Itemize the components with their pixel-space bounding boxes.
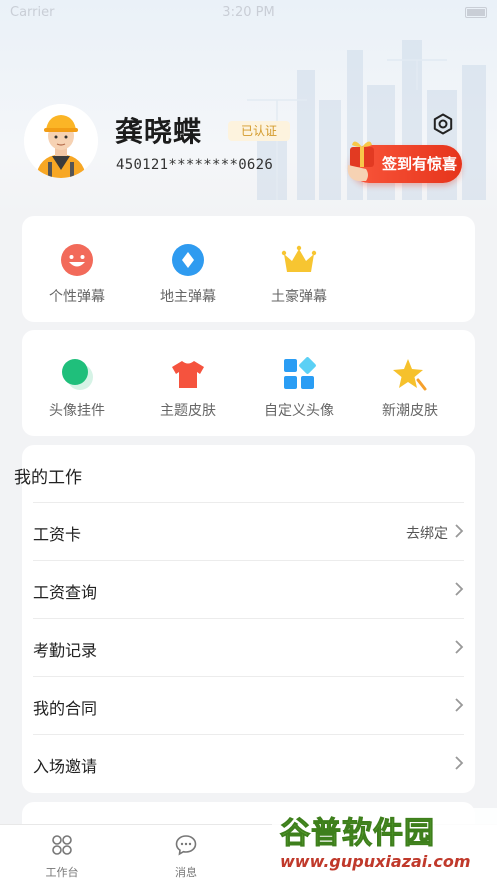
skin-item-theme[interactable]: 主题皮肤 <box>133 330 243 436</box>
grid-avatar-icon <box>284 357 316 389</box>
chevron-right-icon <box>455 524 464 538</box>
work-section-title: 我的工作 <box>14 468 82 488</box>
work-row-salary-query[interactable]: 工资查询 <box>33 560 464 618</box>
divider <box>33 618 464 619</box>
barrage-item-label: 土豪弹幕 <box>271 289 327 305</box>
skin-item-pendant[interactable]: 头像挂件 <box>22 330 132 436</box>
workbench-icon <box>52 835 72 855</box>
barrage-card: 个性弹幕 地主弹幕 土豪弹幕 <box>22 216 475 322</box>
divider <box>33 676 464 677</box>
tab-label: 消息 <box>175 866 197 879</box>
tab-message[interactable]: 消息 <box>126 825 246 883</box>
checkin-button[interactable]: 签到有惊喜 <box>347 141 462 183</box>
barrage-item-landlord[interactable]: 地主弹幕 <box>133 216 243 322</box>
star-icon <box>393 359 427 391</box>
barrage-item-tycoon[interactable]: 土豪弹幕 <box>244 216 354 322</box>
user-name: 龚晓蝶 <box>115 115 203 148</box>
verified-badge: 已认证 <box>228 121 290 141</box>
divider <box>33 502 464 503</box>
skin-item-label: 主题皮肤 <box>160 403 216 419</box>
skin-item-custom-avatar[interactable]: 自定义头像 <box>244 330 354 436</box>
crown-icon <box>281 245 317 272</box>
work-row-entry-invite[interactable]: 入场邀请 <box>33 734 464 792</box>
settings-gear-icon[interactable] <box>431 112 455 136</box>
battery-icon <box>465 7 487 18</box>
work-row-attendance[interactable]: 考勤记录 <box>33 618 464 676</box>
skins-card: 头像挂件 主题皮肤 自定义头像 新潮皮肤 <box>22 330 475 436</box>
skin-item-trendy[interactable]: 新潮皮肤 <box>355 330 465 436</box>
tshirt-icon <box>172 361 204 388</box>
skin-item-label: 自定义头像 <box>264 403 334 419</box>
barrage-item-label: 地主弹幕 <box>160 289 216 305</box>
work-row-value: 去绑定 <box>406 526 448 542</box>
message-icon <box>175 835 197 856</box>
work-row-label: 我的合同 <box>33 699 98 718</box>
work-row-contract[interactable]: 我的合同 <box>33 676 464 734</box>
divider <box>33 560 464 561</box>
tab-workbench[interactable]: 工作台 <box>2 825 122 883</box>
avatar[interactable] <box>24 104 98 178</box>
status-bar: Carrier 3:20 PM <box>0 0 497 26</box>
pendant-icon <box>62 359 93 390</box>
watermark-url: www.gupuxiazai.com <box>280 852 471 871</box>
work-row-label: 工资卡 <box>33 525 82 544</box>
status-time: 3:20 PM <box>222 5 275 20</box>
chevron-right-icon <box>455 582 464 596</box>
diamond-icon <box>172 244 204 276</box>
chevron-right-icon <box>455 698 464 712</box>
gift-hand-icon <box>347 141 374 181</box>
id-number: 450121********0626 <box>116 157 274 173</box>
work-row-salary-card[interactable]: 工资卡 去绑定 <box>33 502 464 560</box>
divider <box>33 734 464 735</box>
worker-avatar-icon <box>24 104 98 178</box>
checkin-label: 签到有惊喜 <box>382 155 458 173</box>
watermark-title: 谷普软件园 <box>280 816 435 852</box>
watermark: 谷普软件园 www.gupuxiazai.com <box>272 808 497 883</box>
skin-item-label: 新潮皮肤 <box>382 403 438 419</box>
work-row-label: 入场邀请 <box>33 757 98 776</box>
barrage-item-label: 个性弹幕 <box>49 289 105 305</box>
work-row-label: 考勤记录 <box>33 641 98 660</box>
work-card: 我的工作 工资卡 去绑定 工资查询 考勤记录 我的合同 入场邀请 <box>14 445 475 793</box>
work-row-label: 工资查询 <box>33 583 98 602</box>
barrage-item-personal[interactable]: 个性弹幕 <box>22 216 132 322</box>
chevron-right-icon <box>455 756 464 770</box>
chevron-right-icon <box>455 640 464 654</box>
tab-label: 工作台 <box>45 866 79 879</box>
skin-item-label: 头像挂件 <box>49 403 105 419</box>
smiley-face-icon <box>61 244 93 276</box>
